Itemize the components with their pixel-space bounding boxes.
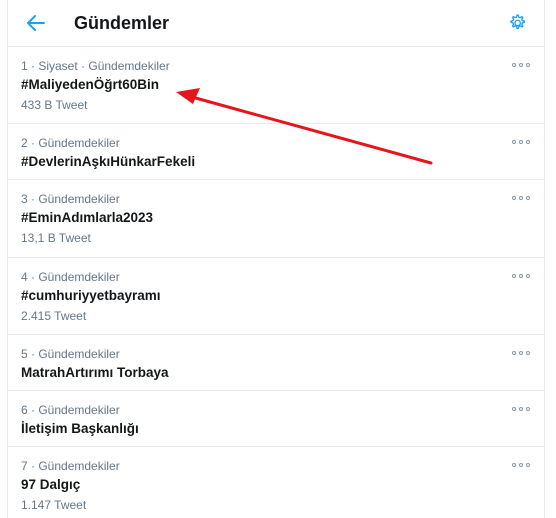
trend-name: İletişim Başkanlığı [21,421,139,436]
trend-item[interactable]: 3 · Gündemdekiler #EminAdımlarla2023 13,… [8,180,544,258]
trend-tweet-count: 433 B Tweet [21,98,88,112]
trend-meta: 5 · Gündemdekiler [21,347,120,361]
trend-item[interactable]: 2 · Gündemdekiler #DevlerinAşkıHünkarFek… [8,124,544,180]
trend-meta: 7 · Gündemdekiler [21,459,120,473]
trend-item[interactable]: 1 · Siyaset · Gündemdekiler #MaliyedenÖğ… [8,47,544,124]
trend-meta: 2 · Gündemdekiler [21,136,120,150]
arrow-left-icon [27,15,45,31]
settings-button[interactable] [504,10,530,36]
trend-name: 97 Dalgıç [21,477,81,492]
header: Gündemler [8,0,544,47]
trend-item[interactable]: 4 · Gündemdekiler #cumhuriyyetbayramı 2.… [8,258,544,335]
trend-meta: 6 · Gündemdekiler [21,403,120,417]
trend-item[interactable]: 7 · Gündemdekiler 97 Dalgıç 1.147 Tweet [8,447,544,518]
more-options-icon[interactable] [512,138,530,146]
trend-name: #DevlerinAşkıHünkarFekeli [21,154,196,169]
trend-name: MatrahArtırımı Torbaya [21,365,169,380]
trend-name: #EminAdımlarla2023 [21,210,154,225]
trend-name: #MaliyedenÖğrt60Bin [21,77,160,92]
trend-tweet-count: 2.415 Tweet [21,309,87,323]
trend-item[interactable]: 5 · Gündemdekiler MatrahArtırımı Torbaya [8,335,544,391]
more-options-icon[interactable] [512,461,530,469]
back-button[interactable] [22,9,50,37]
more-options-icon[interactable] [512,405,530,413]
trend-tweet-count: 13,1 B Tweet [21,231,91,245]
more-options-icon[interactable] [512,61,530,69]
trend-item[interactable]: 6 · Gündemdekiler İletişim Başkanlığı [8,391,544,447]
gear-icon [510,14,525,30]
more-options-icon[interactable] [512,272,530,280]
trend-list: 1 · Siyaset · Gündemdekiler #MaliyedenÖğ… [8,47,544,518]
more-options-icon[interactable] [512,349,530,357]
trend-meta: 3 · Gündemdekiler [21,192,120,206]
trend-name: #cumhuriyyetbayramı [21,288,161,303]
more-options-icon[interactable] [512,194,530,202]
trend-tweet-count: 1.147 Tweet [21,498,87,512]
trend-meta: 1 · Siyaset · Gündemdekiler [21,59,170,73]
trends-panel: Gündemler 1 · Siyaset · Gündemdekiler #M… [7,0,545,518]
trend-meta: 4 · Gündemdekiler [21,270,120,284]
page-title: Gündemler [74,13,170,33]
